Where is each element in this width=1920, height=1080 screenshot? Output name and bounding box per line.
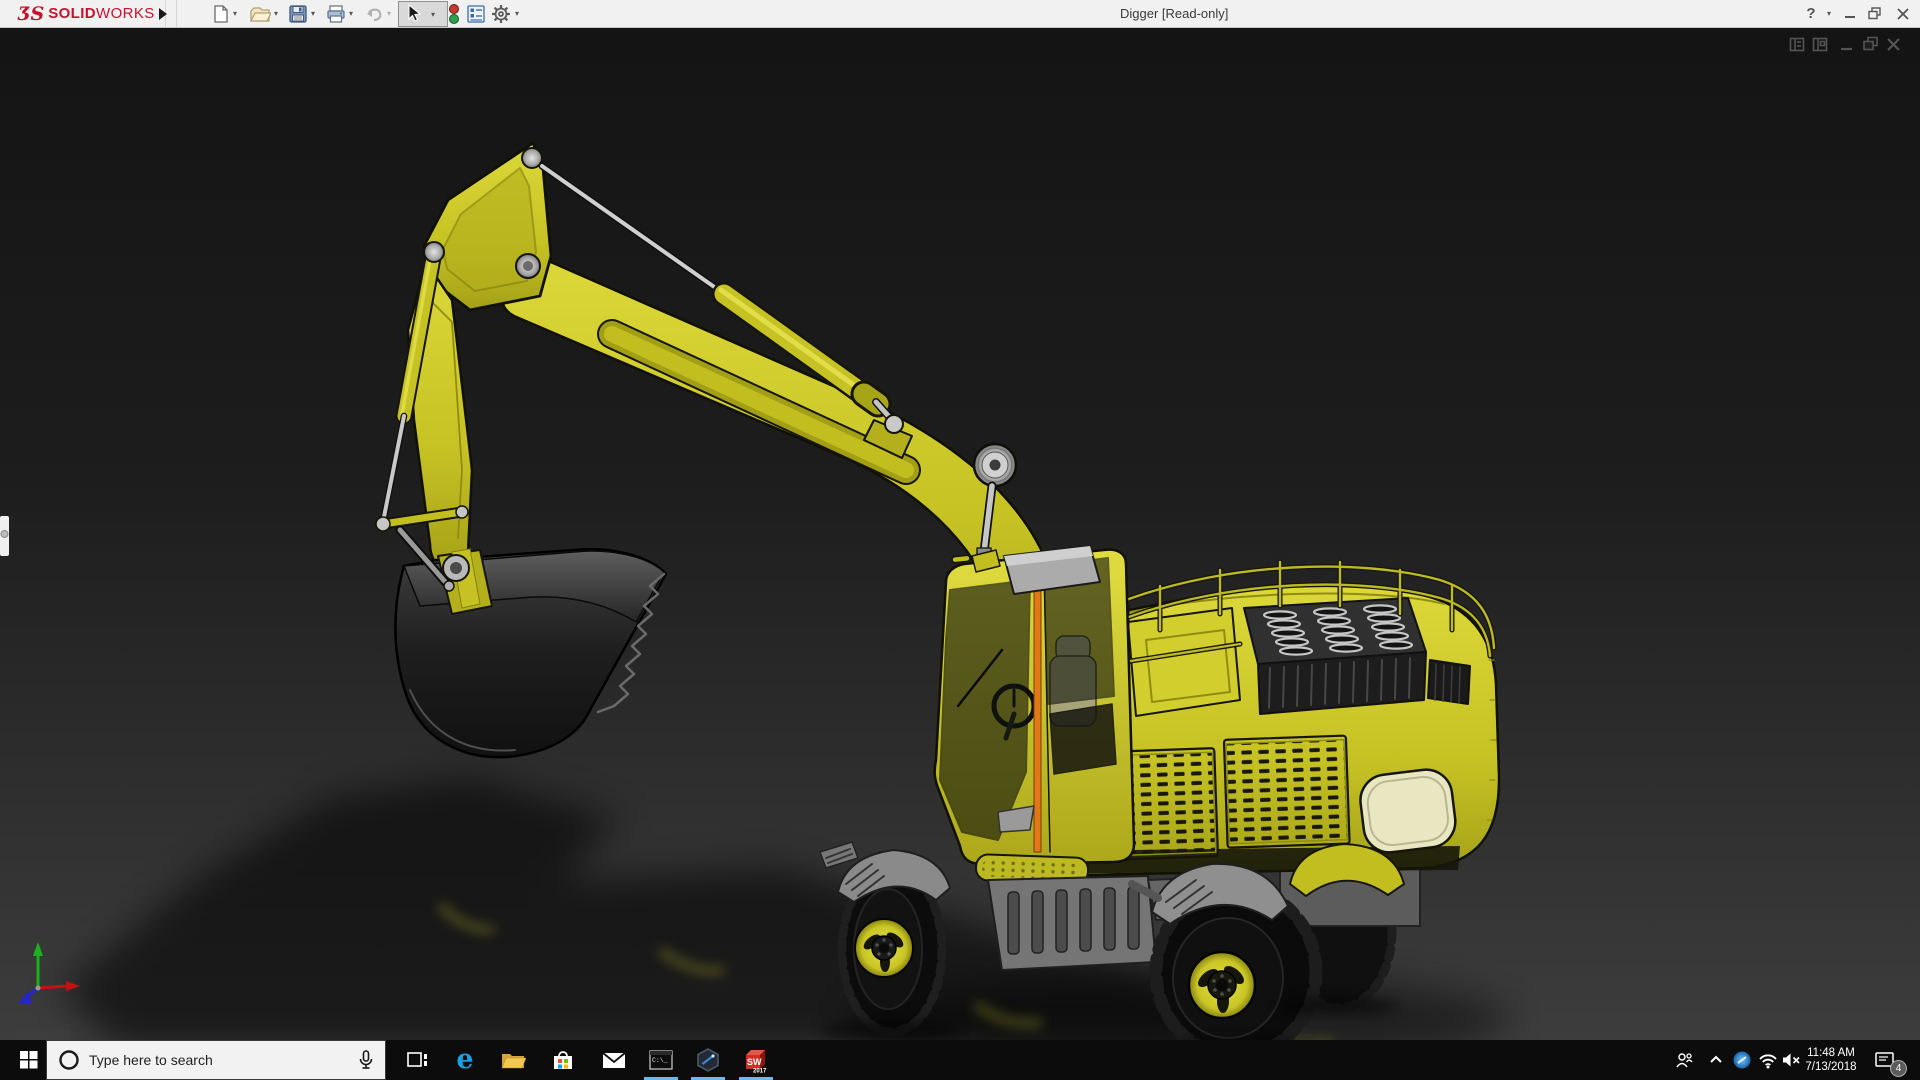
command-prompt-icon: C:\_ xyxy=(649,1050,673,1070)
wifi-icon xyxy=(1759,1054,1777,1069)
svg-text:SW: SW xyxy=(747,1057,762,1067)
hexagon-app-icon xyxy=(697,1048,719,1072)
edge-button[interactable]: e xyxy=(445,1040,485,1080)
restore-button[interactable] xyxy=(1862,0,1888,27)
minimize-button[interactable] xyxy=(1838,0,1862,27)
notification-badge: 4 xyxy=(1890,1060,1907,1077)
boom-left-pin xyxy=(423,241,445,263)
blue-circle-icon xyxy=(1733,1051,1751,1069)
clock[interactable]: 11:48 AM 7/13/2018 xyxy=(1800,1040,1862,1080)
tray-time: 11:48 AM xyxy=(1807,1047,1855,1059)
door-window xyxy=(1049,703,1117,775)
taskbar-search-input[interactable]: Type here to search xyxy=(46,1040,386,1080)
view-orientation-label: *Dimetric xyxy=(14,1025,71,1040)
rebuild-stoplight-button[interactable] xyxy=(446,0,462,27)
file-explorer-button[interactable] xyxy=(493,1040,533,1080)
graphics-area[interactable]: *Dimetric xyxy=(0,27,1920,1066)
file-explorer-icon xyxy=(501,1054,526,1069)
task-view-button[interactable] xyxy=(397,1040,437,1080)
store-button[interactable] xyxy=(543,1040,583,1080)
stoplight-icon xyxy=(449,3,459,24)
options-button[interactable] xyxy=(490,0,512,27)
people-button[interactable] xyxy=(1671,1040,1697,1080)
new-document-icon xyxy=(214,4,228,23)
menu-flyout-button[interactable] xyxy=(150,0,177,27)
door-pillar-orange-stripe xyxy=(1033,569,1042,853)
hood-panel xyxy=(1127,607,1241,717)
network-button[interactable] xyxy=(1755,1040,1781,1080)
open-folder-icon xyxy=(249,6,271,22)
microphone-icon[interactable] xyxy=(357,1049,375,1071)
flyout-arrow-icon xyxy=(159,7,167,20)
search-placeholder: Type here to search xyxy=(89,1052,213,1068)
engine-oval-slots xyxy=(1262,604,1414,656)
command-prompt-button[interactable]: C:\_ xyxy=(641,1040,681,1080)
feature-pane-tab[interactable] xyxy=(0,516,9,556)
composer-button[interactable] xyxy=(688,1040,728,1080)
printer-icon xyxy=(327,4,345,23)
rear-window xyxy=(1359,768,1457,854)
mail-button[interactable] xyxy=(594,1040,634,1080)
tray-date: 7/13/2018 xyxy=(1805,1061,1857,1073)
open-dropdown[interactable]: ▾ xyxy=(274,0,278,27)
task-view-icon xyxy=(407,1052,427,1067)
title-bar: ƷS SOLID WORKS ▾ ▾ ▾ ▾ ▾ ▾ ▾ Digger [Read… xyxy=(0,0,1920,28)
solidworks-taskbar-button[interactable]: SW 2017 xyxy=(736,1040,776,1080)
new-document-dropdown[interactable]: ▾ xyxy=(233,0,237,27)
undo-dropdown[interactable]: ▾ xyxy=(387,0,391,27)
gear-icon xyxy=(492,4,510,23)
boom-apex-pin xyxy=(521,147,543,169)
windows-logo-icon xyxy=(20,1051,38,1069)
cortana-icon xyxy=(59,1050,79,1070)
cab xyxy=(933,545,1136,866)
file-properties-button[interactable] xyxy=(466,0,486,27)
help-dropdown[interactable]: ▾ xyxy=(1822,0,1836,27)
print-button[interactable] xyxy=(326,0,346,27)
select-dropdown[interactable]: ▾ xyxy=(431,10,435,19)
solidworks-app-icon: SW 2017 xyxy=(746,1050,767,1074)
dassault-logo-glyph: ƷS xyxy=(18,2,45,25)
edge-icon: e xyxy=(456,1044,474,1075)
undo-button[interactable] xyxy=(364,0,384,27)
minimize-icon xyxy=(1845,15,1855,18)
save-floppy-icon xyxy=(289,4,307,23)
help-button[interactable]: ? xyxy=(1800,0,1822,27)
model-canvas[interactable]: *Dimetric xyxy=(0,27,1920,1066)
windows-taskbar: Type here to search e C:\_ SW 2017 11:48… xyxy=(0,1040,1920,1080)
chevron-up-icon xyxy=(1710,1055,1722,1063)
close-icon xyxy=(1897,7,1909,20)
close-button[interactable] xyxy=(1890,0,1916,27)
store-icon xyxy=(554,1051,572,1069)
restore-icon xyxy=(1868,7,1881,20)
svg-text:2017: 2017 xyxy=(753,1069,767,1074)
undo-icon xyxy=(367,8,382,21)
solidworks-logo: ƷS SOLID WORKS xyxy=(8,0,166,27)
open-button[interactable] xyxy=(249,0,271,27)
print-dropdown[interactable]: ▾ xyxy=(349,0,353,27)
properties-list-icon xyxy=(467,4,485,23)
start-button[interactable] xyxy=(12,1040,46,1080)
save-dropdown[interactable]: ▾ xyxy=(311,0,315,27)
document-title: Digger [Read-only] xyxy=(1120,6,1229,21)
svg-text:C:\_: C:\_ xyxy=(652,1057,668,1064)
mail-icon xyxy=(602,1052,626,1068)
tray-overflow-button[interactable] xyxy=(1703,1040,1729,1080)
select-tool-button[interactable]: ▾ xyxy=(398,1,448,27)
people-icon xyxy=(1676,1053,1693,1068)
select-cursor-icon xyxy=(408,3,422,22)
cortana-tray-button[interactable] xyxy=(1729,1040,1755,1080)
new-document-button[interactable] xyxy=(212,0,230,27)
save-button[interactable] xyxy=(288,0,308,27)
options-dropdown[interactable]: ▾ xyxy=(515,0,519,27)
